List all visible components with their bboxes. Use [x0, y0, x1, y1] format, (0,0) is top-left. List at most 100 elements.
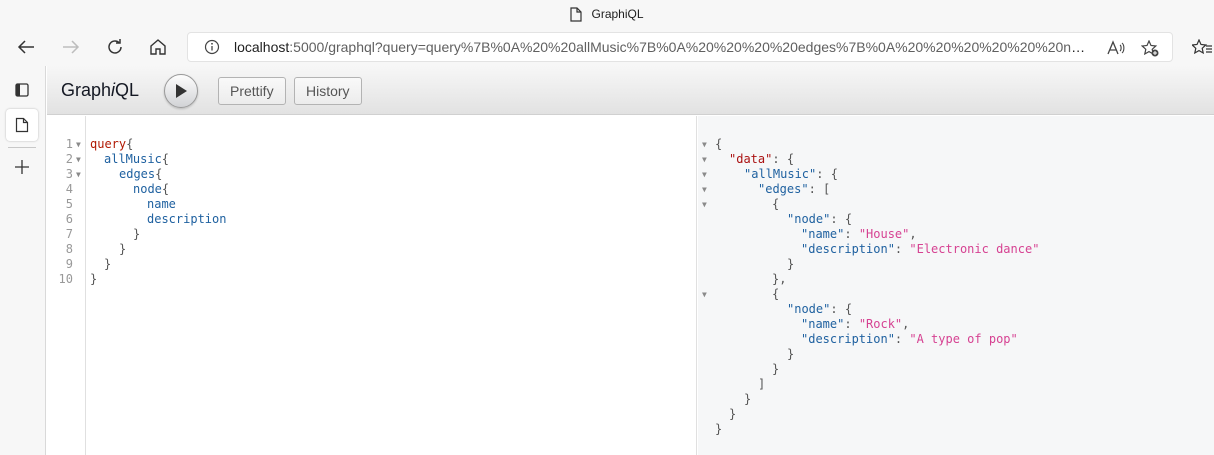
json-string: "A type of pop" [909, 332, 1018, 346]
code-line: } [119, 242, 127, 256]
json-line: ] [758, 377, 766, 391]
json-line: } [715, 422, 723, 436]
fold-toggle-icon[interactable]: ▼ [76, 137, 81, 152]
vertical-tab-strip [0, 66, 46, 455]
refresh-button[interactable] [101, 34, 129, 60]
line-number: 5 [65, 197, 73, 211]
line-number: 10 [58, 272, 73, 286]
json-punct: , [902, 317, 910, 331]
fold-toggle-icon[interactable]: ▼ [702, 137, 707, 152]
code-line: } [133, 227, 141, 241]
line-number: 9 [65, 257, 73, 271]
json-line: } [772, 362, 780, 376]
json-line: } [744, 392, 752, 406]
code-token: name [147, 197, 176, 211]
favorites-button[interactable] [1188, 34, 1214, 60]
tab-divider [8, 147, 36, 148]
json-key: "description" [801, 242, 895, 256]
page-icon [15, 117, 29, 133]
fold-toggle-icon[interactable]: ▼ [702, 197, 707, 212]
result-viewer[interactable]: ▼ ▼ ▼ ▼ ▼ ▼ { "data": { "allMusic": { "e… [698, 116, 1214, 455]
code-token: query [90, 137, 127, 151]
url-text[interactable]: localhost:5000/graphql?query=query%7B%0A… [234, 39, 1090, 55]
json-punct: : [894, 242, 910, 256]
fold-toggle-icon[interactable]: ▼ [702, 182, 707, 197]
json-key: "allMusic" [744, 167, 817, 181]
fold-toggle-icon[interactable]: ▼ [702, 152, 707, 167]
line-number: 4 [65, 182, 73, 196]
code-token: { [161, 152, 170, 166]
fold-toggle-icon[interactable]: ▼ [76, 152, 81, 167]
home-icon [150, 39, 166, 55]
line-number: 1 [65, 137, 73, 151]
json-string: "Rock" [858, 317, 903, 331]
json-punct: , [909, 227, 917, 241]
json-line: "node": { [787, 212, 852, 227]
forward-arrow-icon [63, 40, 80, 54]
json-punct: : [808, 182, 824, 196]
code-line: name [147, 197, 176, 212]
window-title-bar: GraphiQL [0, 0, 1214, 28]
plus-icon [15, 160, 29, 174]
json-punct: : [894, 332, 910, 346]
code-token: node [133, 182, 162, 196]
json-key: "name" [801, 317, 845, 331]
code-token: { [161, 182, 170, 196]
json-punct: : [772, 152, 787, 166]
browser-toolbar: localhost:5000/graphql?query=query%7B%0A… [0, 28, 1214, 66]
query-editor[interactable]: 1 2 3 4 5 6 7 8 9 10 ▼ ▼ ▼ query{ allMus… [47, 116, 697, 455]
json-line: "name": "Rock", [801, 317, 909, 332]
fold-toggle-icon[interactable]: ▼ [76, 167, 81, 182]
play-icon [176, 84, 187, 98]
new-tab-button[interactable] [6, 151, 38, 183]
json-punct: { [830, 167, 838, 181]
graphiql-logo: GraphiQL [61, 80, 139, 101]
json-key: "data" [729, 152, 773, 166]
json-key: "name" [801, 227, 845, 241]
fold-toggle-icon[interactable]: ▼ [702, 167, 707, 182]
json-punct: : [844, 227, 859, 241]
json-line: { [772, 287, 780, 301]
json-line: "description": "A type of pop" [801, 332, 1018, 347]
logo-part: QL [115, 80, 140, 100]
json-line: "edges": [ [758, 182, 830, 197]
line-number: 6 [65, 212, 73, 226]
tab-graphiql[interactable] [6, 109, 38, 141]
back-button[interactable] [12, 34, 40, 60]
prettify-button[interactable]: Prettify [218, 77, 286, 105]
code-line: } [104, 257, 112, 271]
json-punct: : [830, 212, 845, 226]
read-aloud-icon[interactable] [1107, 40, 1125, 56]
url-path: :5000/graphql?query=query%7B%0A%20%20all… [289, 39, 1090, 55]
line-number: 8 [65, 242, 73, 256]
history-button[interactable]: History [294, 77, 362, 105]
add-favorite-icon[interactable] [1141, 40, 1159, 57]
forward-button[interactable] [57, 34, 85, 60]
json-punct: { [786, 152, 795, 166]
address-bar[interactable]: localhost:5000/graphql?query=query%7B%0A… [187, 32, 1173, 62]
execute-query-button[interactable] [164, 74, 198, 108]
fold-toggle-icon[interactable]: ▼ [702, 287, 707, 302]
json-line: "data": { [729, 152, 794, 167]
site-info-icon[interactable] [204, 39, 220, 55]
tab-actions-button[interactable] [6, 74, 38, 106]
json-line: } [787, 257, 795, 271]
json-key: "edges" [758, 182, 809, 196]
json-line: "name": "House", [801, 227, 917, 242]
code-token: { [126, 137, 134, 151]
line-number: 7 [65, 227, 73, 241]
json-punct: : [830, 302, 845, 316]
refresh-icon [108, 39, 122, 54]
code-token: allMusic [104, 152, 162, 166]
url-host: localhost [234, 39, 290, 55]
code-line: allMusic{ [104, 152, 169, 167]
json-line: "description": "Electronic dance" [801, 242, 1039, 257]
json-punct: { [844, 302, 853, 316]
line-number: 3 [65, 167, 73, 181]
code-line: } [90, 272, 98, 286]
home-button[interactable] [144, 34, 172, 60]
json-line: "allMusic": { [744, 167, 838, 182]
code-line: query{ [90, 137, 133, 152]
json-punct: : [844, 317, 859, 331]
tab-actions-icon [15, 83, 29, 97]
